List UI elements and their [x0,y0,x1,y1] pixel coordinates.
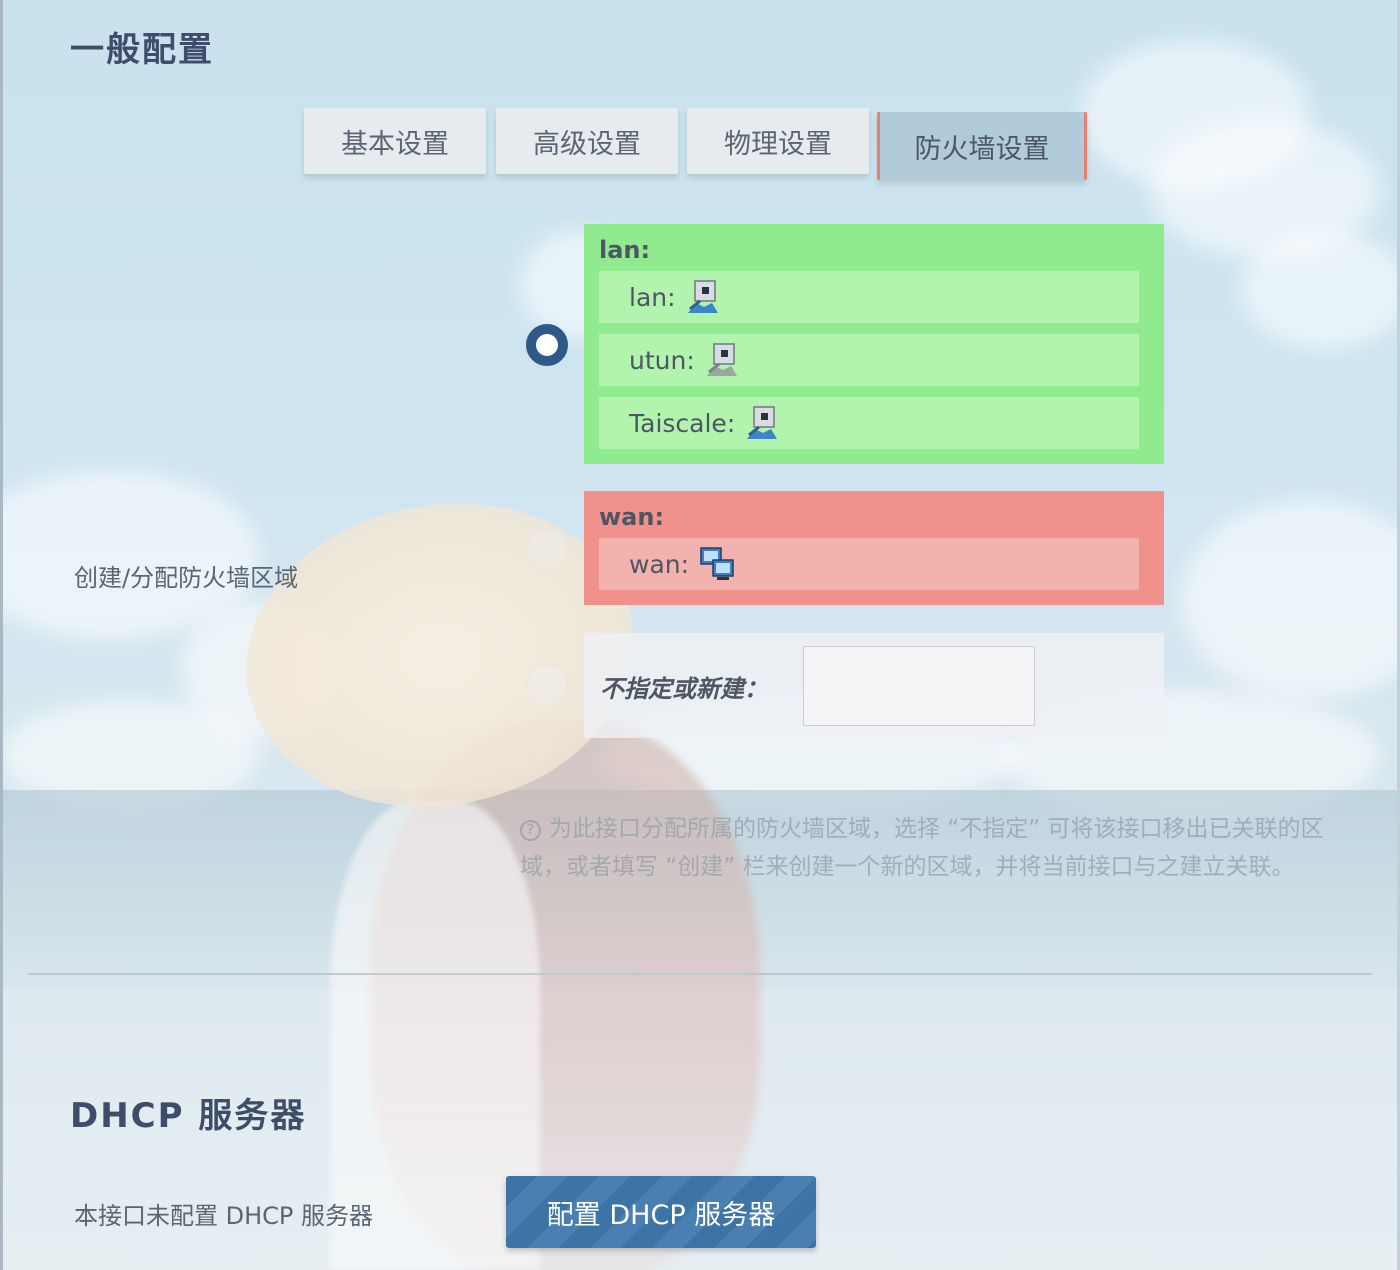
zone-interface-taiscale: Taiscale: [599,397,1139,449]
question-circle-icon: ? [520,820,541,841]
interface-name: lan: [629,282,676,312]
interface-name: Taiscale: [629,408,736,438]
zone-name-lan: lan: [599,236,651,264]
new-zone-row: 不指定或新建： [584,633,1164,738]
zone-name-wan: wan: [599,503,665,531]
zone-card-wan[interactable]: wan: wan: [584,491,1164,605]
zone-radio-new[interactable] [526,664,568,706]
tab-advanced-settings[interactable]: 高级设置 [496,108,678,174]
zone-radio-lan[interactable] [526,324,568,366]
firewall-help-text: ? 为此接口分配所属的防火墙区域，选择 “不指定” 可将该接口移出已关联的区域，或… [520,810,1330,886]
dhcp-section-title: DHCP 服务器 [70,1096,307,1136]
zone-interface-lan: lan: [599,271,1139,323]
network-interface-icon [705,342,739,378]
zone-interface-wan: wan: [599,538,1139,590]
tab-physical-settings[interactable]: 物理设置 [687,108,869,174]
new-zone-label: 不指定或新建： [600,675,768,703]
help-text: 为此接口分配所属的防火墙区域，选择 “不指定” 可将该接口移出已关联的区域，或者… [520,816,1324,880]
zone-radio-wan[interactable] [526,528,568,570]
section-divider [28,973,1372,975]
zone-interface-utun: utun: [599,334,1139,386]
zone-card-lan[interactable]: lan: lan: utun: Taiscale: [584,224,1164,464]
computer-network-icon [699,546,737,582]
interface-name: wan: [629,549,690,579]
tab-firewall-settings[interactable]: 防火墙设置 [877,112,1087,180]
tab-basic-settings[interactable]: 基本设置 [304,108,486,174]
page-title: 一般配置 [70,30,214,70]
interface-name: utun: [629,345,695,375]
firewall-zone-field-label: 创建/分配防火墙区域 [74,564,299,592]
new-zone-input[interactable] [803,646,1035,726]
configure-dhcp-button[interactable]: 配置 DHCP 服务器 [506,1176,816,1248]
network-interface-icon [745,405,779,441]
network-interface-icon [686,279,720,315]
dhcp-status-text: 本接口未配置 DHCP 服务器 [74,1202,374,1230]
